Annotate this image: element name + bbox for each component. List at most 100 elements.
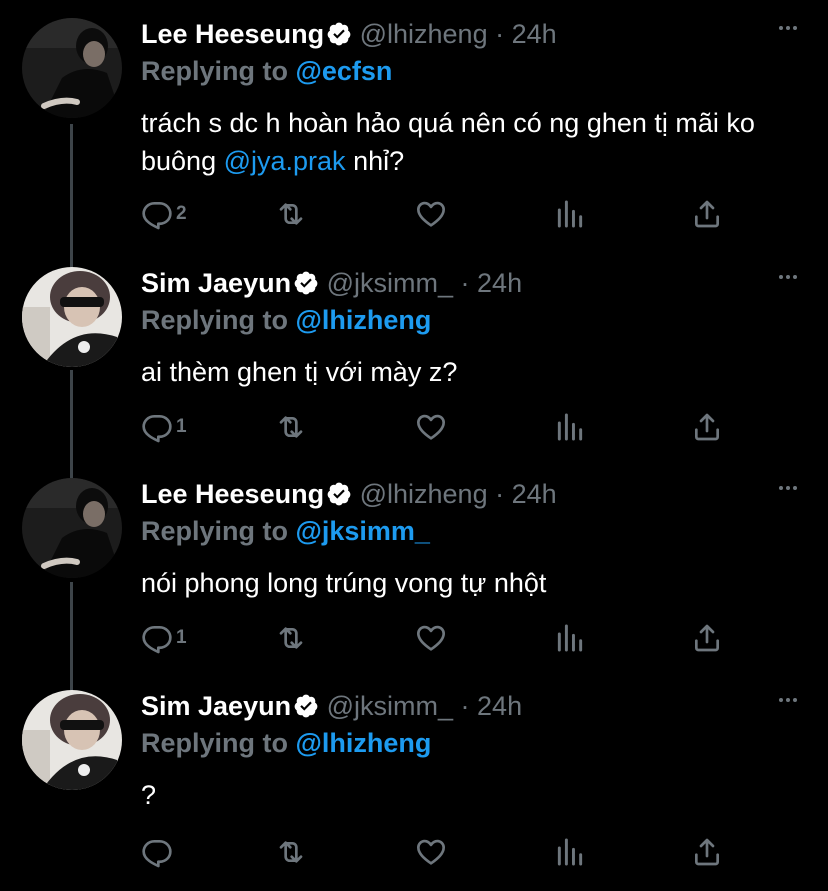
analytics-button[interactable] (554, 194, 586, 234)
share-icon (691, 836, 723, 868)
timestamp[interactable]: 24h (477, 691, 522, 721)
share-button[interactable] (691, 832, 723, 872)
reply-button[interactable] (141, 832, 176, 872)
retweet-button[interactable] (275, 832, 307, 872)
display-name[interactable]: Sim Jaeyun (141, 691, 291, 721)
retweet-icon (275, 622, 307, 654)
retweet-button[interactable] (275, 194, 307, 234)
share-icon (691, 622, 723, 654)
tweet-header: Lee Heeseung @lhizheng · 24h (141, 476, 557, 512)
replying-to: Replying to @lhizheng (141, 726, 431, 760)
action-bar (141, 832, 741, 872)
timestamp[interactable]: 24h (512, 19, 557, 49)
analytics-icon (554, 198, 586, 230)
replying-to: Replying to @lhizheng (141, 303, 431, 337)
reply-count: 2 (176, 203, 187, 224)
verified-badge-icon (293, 270, 319, 296)
more-icon[interactable] (776, 476, 800, 500)
more-icon[interactable] (776, 16, 800, 40)
retweet-button[interactable] (275, 618, 307, 658)
separator-dot: · (495, 479, 505, 509)
replying-to-mention[interactable]: @jksimm_ (296, 516, 430, 546)
replying-prefix: Replying to (141, 305, 288, 335)
action-bar: 1 (141, 407, 741, 447)
share-button[interactable] (691, 407, 723, 447)
retweet-icon (275, 411, 307, 443)
retweet-icon (275, 836, 307, 868)
reply-icon (141, 836, 173, 868)
separator-dot: · (460, 268, 470, 298)
handle[interactable]: @lhizheng (360, 479, 488, 509)
replying-prefix: Replying to (141, 516, 288, 546)
handle[interactable]: @jksimm_ (327, 268, 453, 298)
tweet-mention[interactable]: @jya.prak (224, 146, 346, 176)
like-icon (415, 411, 447, 443)
tweet-text-part: nhỉ? (353, 146, 405, 176)
timestamp[interactable]: 24h (477, 268, 522, 298)
avatar[interactable] (22, 18, 122, 118)
replying-prefix: Replying to (141, 728, 288, 758)
reply-icon (141, 411, 173, 443)
separator-dot: · (495, 19, 505, 49)
retweet-button[interactable] (275, 407, 307, 447)
avatar-photo (22, 478, 122, 578)
avatar-photo (22, 267, 122, 367)
share-button[interactable] (691, 194, 723, 234)
avatar-photo (22, 690, 122, 790)
display-name[interactable]: Lee Heeseung (141, 19, 324, 49)
reply-icon (141, 198, 173, 230)
avatar[interactable] (22, 478, 122, 578)
action-bar: 1 (141, 618, 741, 658)
tweet-header: Sim Jaeyun @jksimm_ · 24h (141, 265, 522, 301)
replying-prefix: Replying to (141, 56, 288, 86)
like-button[interactable] (415, 407, 447, 447)
verified-badge-icon (293, 693, 319, 719)
reply-icon (141, 622, 173, 654)
avatar[interactable] (22, 690, 122, 790)
analytics-button[interactable] (554, 407, 586, 447)
analytics-icon (554, 411, 586, 443)
replying-to-mention[interactable]: @lhizheng (296, 305, 432, 335)
tweet-text: trách s dc h hoàn hảo quá nên có ng ghen… (141, 104, 801, 180)
reply-button[interactable]: 1 (141, 618, 187, 658)
handle[interactable]: @jksimm_ (327, 691, 453, 721)
like-icon (415, 198, 447, 230)
tweet-text: ai thèm ghen tị với mày z? (141, 357, 458, 387)
display-name[interactable]: Sim Jaeyun (141, 268, 291, 298)
analytics-button[interactable] (554, 832, 586, 872)
tweet-text: ? (141, 780, 157, 810)
retweet-icon (275, 198, 307, 230)
like-icon (415, 836, 447, 868)
display-name[interactable]: Lee Heeseung (141, 479, 324, 509)
like-button[interactable] (415, 618, 447, 658)
share-icon (691, 198, 723, 230)
tweet-header: Sim Jaeyun @jksimm_ · 24h (141, 688, 522, 724)
replying-to-mention[interactable]: @ecfsn (296, 56, 393, 86)
more-icon[interactable] (776, 688, 800, 712)
verified-badge-icon (326, 481, 352, 507)
tweet-text: nói phong long trúng vong tự nhột (141, 568, 547, 598)
action-bar: 2 (141, 194, 741, 234)
separator-dot: · (460, 691, 470, 721)
more-icon[interactable] (776, 265, 800, 289)
tweet-header: Lee Heeseung @lhizheng · 24h (141, 16, 557, 52)
replying-to-mention[interactable]: @lhizheng (296, 728, 432, 758)
like-button[interactable] (415, 832, 447, 872)
avatar[interactable] (22, 267, 122, 367)
analytics-icon (554, 836, 586, 868)
reply-button[interactable]: 1 (141, 407, 187, 447)
replying-to: Replying to @ecfsn (141, 54, 392, 88)
reply-button[interactable]: 2 (141, 194, 187, 234)
share-button[interactable] (691, 618, 723, 658)
like-icon (415, 622, 447, 654)
thread-line (70, 582, 73, 694)
share-icon (691, 411, 723, 443)
timestamp[interactable]: 24h (512, 479, 557, 509)
analytics-button[interactable] (554, 618, 586, 658)
analytics-icon (554, 622, 586, 654)
reply-count: 1 (176, 627, 187, 648)
like-button[interactable] (415, 194, 447, 234)
reply-count: 1 (176, 416, 187, 437)
handle[interactable]: @lhizheng (360, 19, 488, 49)
avatar-photo (22, 18, 122, 118)
